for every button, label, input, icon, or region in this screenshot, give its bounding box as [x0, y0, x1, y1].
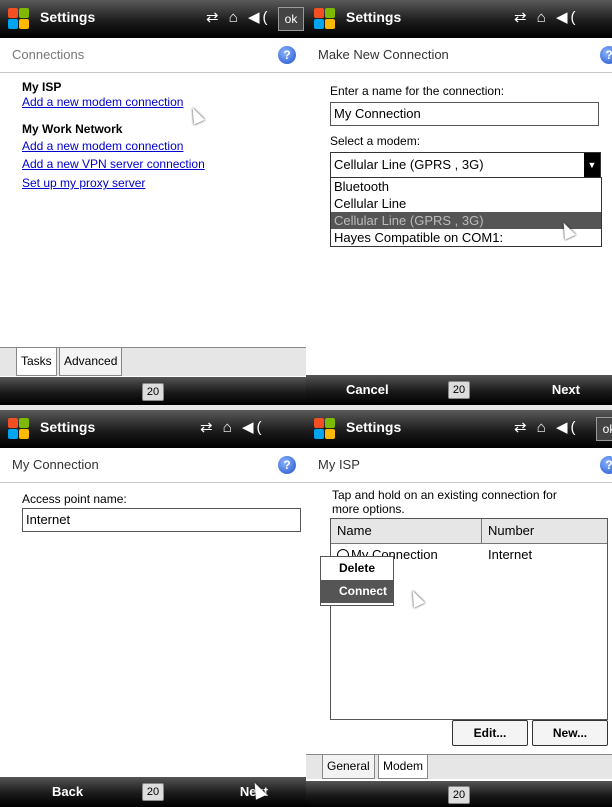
tab-strip: Tasks Advanced	[0, 347, 306, 376]
modem-label: Select a modem:	[330, 134, 421, 148]
instructions-line-1: Tap and hold on an existing connection f…	[332, 488, 557, 502]
keyboard-icon[interactable]: 20	[448, 786, 470, 804]
tab-advanced[interactable]: Advanced	[59, 347, 123, 376]
edit-button[interactable]: Edit...	[452, 720, 528, 746]
column-name[interactable]: Name	[331, 519, 482, 543]
tab-tasks[interactable]: Tasks	[16, 347, 57, 376]
section-title-my-isp: My ISP	[22, 80, 62, 94]
next-softkey[interactable]: Next	[552, 382, 580, 397]
softkey-bar: 20	[306, 781, 612, 807]
ok-button[interactable]: ok	[596, 417, 612, 441]
windows-start-icon[interactable]	[314, 418, 336, 440]
page-title: My Connection	[12, 457, 99, 472]
modem-select-value: Cellular Line (GPRS , 3G)	[334, 157, 484, 172]
app-title: Settings	[346, 419, 402, 435]
softkey-bar: 20	[0, 377, 306, 405]
link-proxy-server[interactable]: Set up my proxy server	[22, 176, 145, 190]
app-title: Settings	[40, 9, 96, 25]
page-header: My ISP ?	[306, 448, 612, 483]
link-add-modem-work[interactable]: Add a new modem connection	[22, 139, 183, 153]
title-bar: Settings ⇄ ⌂ ◀(	[306, 0, 612, 38]
ok-button[interactable]: ok	[278, 7, 304, 31]
page-header: Make New Connection ?	[306, 38, 612, 73]
new-button[interactable]: New...	[532, 720, 608, 746]
page-title: My ISP	[318, 457, 360, 472]
instructions-line-2: more options.	[332, 502, 405, 516]
pointer-cursor-icon	[187, 105, 205, 125]
connections-screen: Settings ⇄ ⌂ ◀( ok Connections ? My ISP …	[0, 0, 306, 405]
windows-start-icon[interactable]	[8, 8, 30, 30]
apn-label: Access point name:	[22, 492, 127, 506]
help-icon[interactable]: ?	[278, 456, 296, 474]
connections-list: Name Number My Connection Internet	[330, 518, 608, 720]
tab-strip: General Modem	[306, 754, 612, 779]
menu-item-delete[interactable]: Delete	[321, 557, 393, 580]
connection-name-input[interactable]: My Connection	[330, 102, 599, 126]
keyboard-icon[interactable]: 20	[142, 783, 164, 801]
help-icon[interactable]: ?	[600, 46, 612, 64]
section-title-work-network: My Work Network	[22, 122, 123, 136]
tab-modem[interactable]: Modem	[378, 754, 429, 779]
list-header: Name Number	[331, 519, 607, 544]
help-icon[interactable]: ?	[278, 46, 296, 64]
page-header: My Connection ?	[0, 448, 306, 483]
app-title: Settings	[346, 9, 402, 25]
title-bar: Settings ⇄ ⌂ ◀(	[0, 410, 306, 448]
link-add-modem-isp[interactable]: Add a new modem connection	[22, 95, 183, 109]
menu-item-connect[interactable]: Connect	[321, 580, 393, 603]
windows-start-icon[interactable]	[8, 418, 30, 440]
column-number[interactable]: Number	[482, 519, 607, 543]
page-header: Connections ?	[0, 38, 306, 73]
status-icons: ⇄ ⌂ ◀(	[200, 419, 265, 436]
modem-option-bluetooth[interactable]: Bluetooth	[331, 178, 601, 195]
help-icon[interactable]: ?	[600, 456, 612, 474]
tab-general[interactable]: General	[322, 754, 375, 779]
page-title: Connections	[12, 47, 85, 62]
my-isp-screen: Settings ⇄ ⌂ ◀( ok My ISP ? Tap and hold…	[306, 410, 612, 807]
keyboard-icon[interactable]: 20	[142, 383, 164, 401]
my-connection-screen: Settings ⇄ ⌂ ◀( My Connection ? Access p…	[0, 410, 306, 807]
modem-select[interactable]: Cellular Line (GPRS , 3G) ▼	[330, 152, 601, 178]
access-point-name-input[interactable]: Internet	[22, 508, 301, 532]
title-bar: Settings ⇄ ⌂ ◀( ok	[0, 0, 306, 38]
page-title: Make New Connection	[318, 47, 449, 62]
link-add-vpn[interactable]: Add a new VPN server connection	[22, 157, 205, 171]
context-menu: Delete Connect	[320, 556, 394, 606]
status-icons: ⇄ ⌂ ◀(	[514, 419, 579, 436]
make-new-connection-screen: Settings ⇄ ⌂ ◀( Make New Connection ? En…	[306, 0, 612, 405]
row-connection-number: Internet	[488, 547, 533, 562]
chevron-down-icon[interactable]: ▼	[584, 153, 600, 177]
cancel-softkey[interactable]: Cancel	[346, 382, 389, 397]
modem-option-cellular-line[interactable]: Cellular Line	[331, 195, 601, 212]
status-icons: ⇄ ⌂ ◀(	[514, 9, 579, 26]
app-title: Settings	[40, 419, 96, 435]
windows-start-icon[interactable]	[314, 8, 336, 30]
title-bar: Settings ⇄ ⌂ ◀( ok	[306, 410, 612, 448]
modem-options-list: Bluetooth Cellular Line Cellular Line (G…	[330, 177, 602, 247]
status-icons: ⇄ ⌂ ◀(	[206, 9, 271, 26]
keyboard-icon[interactable]: 20	[448, 381, 470, 399]
name-label: Enter a name for the connection:	[330, 84, 505, 98]
softkey-bar: Cancel 20 Next	[306, 375, 612, 405]
back-softkey[interactable]: Back	[52, 784, 83, 799]
